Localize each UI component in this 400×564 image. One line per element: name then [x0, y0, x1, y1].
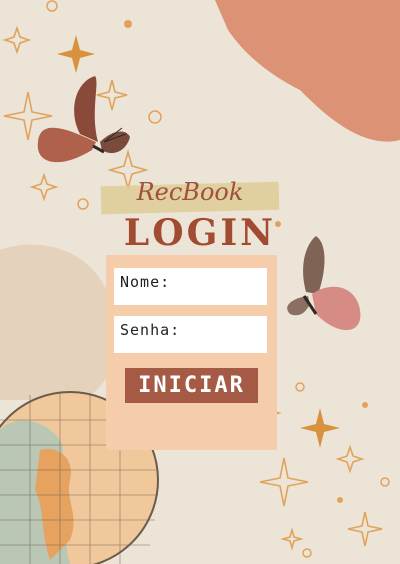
- password-label: Senha:: [120, 321, 181, 339]
- name-label: Nome:: [120, 273, 171, 291]
- start-button[interactable]: INICIAR: [125, 368, 258, 403]
- brand-logo: RecBook: [136, 178, 244, 206]
- password-field[interactable]: Senha:: [114, 316, 267, 353]
- page-title: LOGIN: [123, 212, 277, 254]
- login-card: Nome: Senha: INICIAR: [106, 255, 277, 450]
- name-field[interactable]: Nome:: [114, 268, 267, 305]
